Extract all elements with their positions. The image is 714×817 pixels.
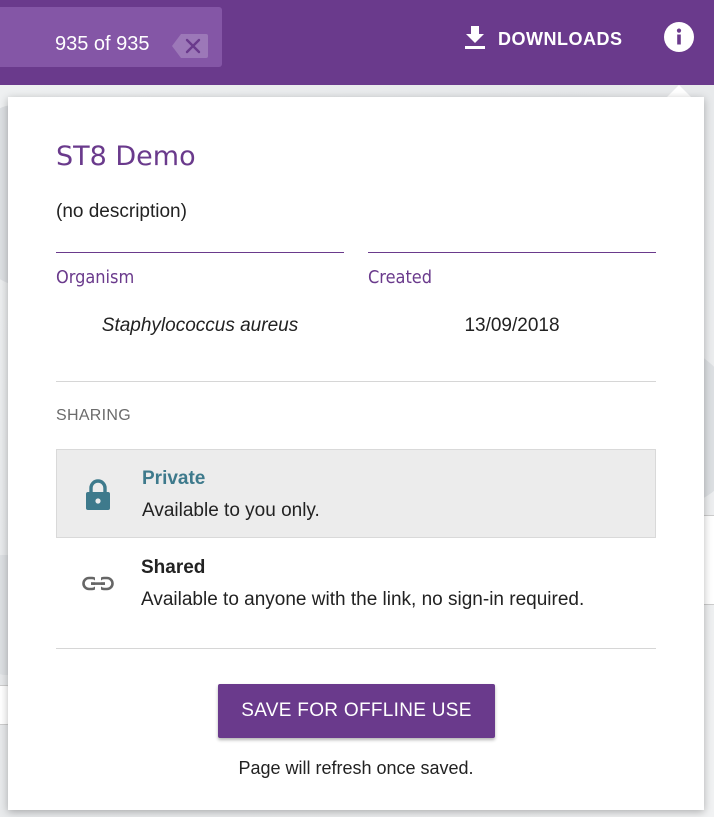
section-divider [56, 381, 656, 382]
shared-option-title: Shared [141, 557, 206, 578]
info-icon[interactable] [664, 22, 694, 52]
filter-count: 935 of 935 [55, 33, 150, 55]
save-offline-button[interactable]: SAVE FOR OFFLINE USE [218, 684, 495, 738]
lock-icon [83, 478, 113, 512]
created-label: Created [368, 267, 433, 288]
download-icon [462, 24, 488, 55]
collection-description: (no description) [56, 201, 187, 222]
downloads-label: DOWNLOADS [498, 28, 623, 49]
top-bar: 935 of 935 DOWNLOADS [0, 0, 714, 85]
organism-divider [56, 252, 344, 253]
organism-value: Staphylococcus aureus [101, 315, 299, 336]
created-divider [368, 252, 656, 253]
clear-filter-icon[interactable] [172, 33, 208, 59]
sharing-heading: SHARING [56, 407, 131, 424]
sharing-option-shared[interactable]: Shared Available to anyone with the link… [56, 539, 656, 628]
sharing-option-private[interactable]: Private Available to you only. [56, 449, 656, 538]
private-option-title: Private [142, 468, 206, 489]
organism-field: Organism Staphylococcus aureus [56, 252, 344, 337]
shared-option-description: Available to anyone with the link, no si… [141, 589, 585, 610]
collection-info-popover: ST8 Demo (no description) Organism Staph… [8, 97, 704, 810]
collection-title: ST8 Demo [56, 141, 196, 172]
popover-caret [667, 85, 691, 97]
link-icon [82, 567, 114, 601]
private-option-description: Available to you only. [142, 500, 320, 521]
save-note: Page will refresh once saved. [238, 758, 474, 778]
created-value: 13/09/2018 [464, 315, 560, 336]
section-divider-bottom [56, 648, 656, 649]
downloads-button[interactable]: DOWNLOADS [462, 24, 623, 55]
filter-summary[interactable]: 935 of 935 [0, 7, 222, 67]
created-field: Created 13/09/2018 [368, 252, 656, 337]
organism-label: Organism [56, 267, 135, 288]
